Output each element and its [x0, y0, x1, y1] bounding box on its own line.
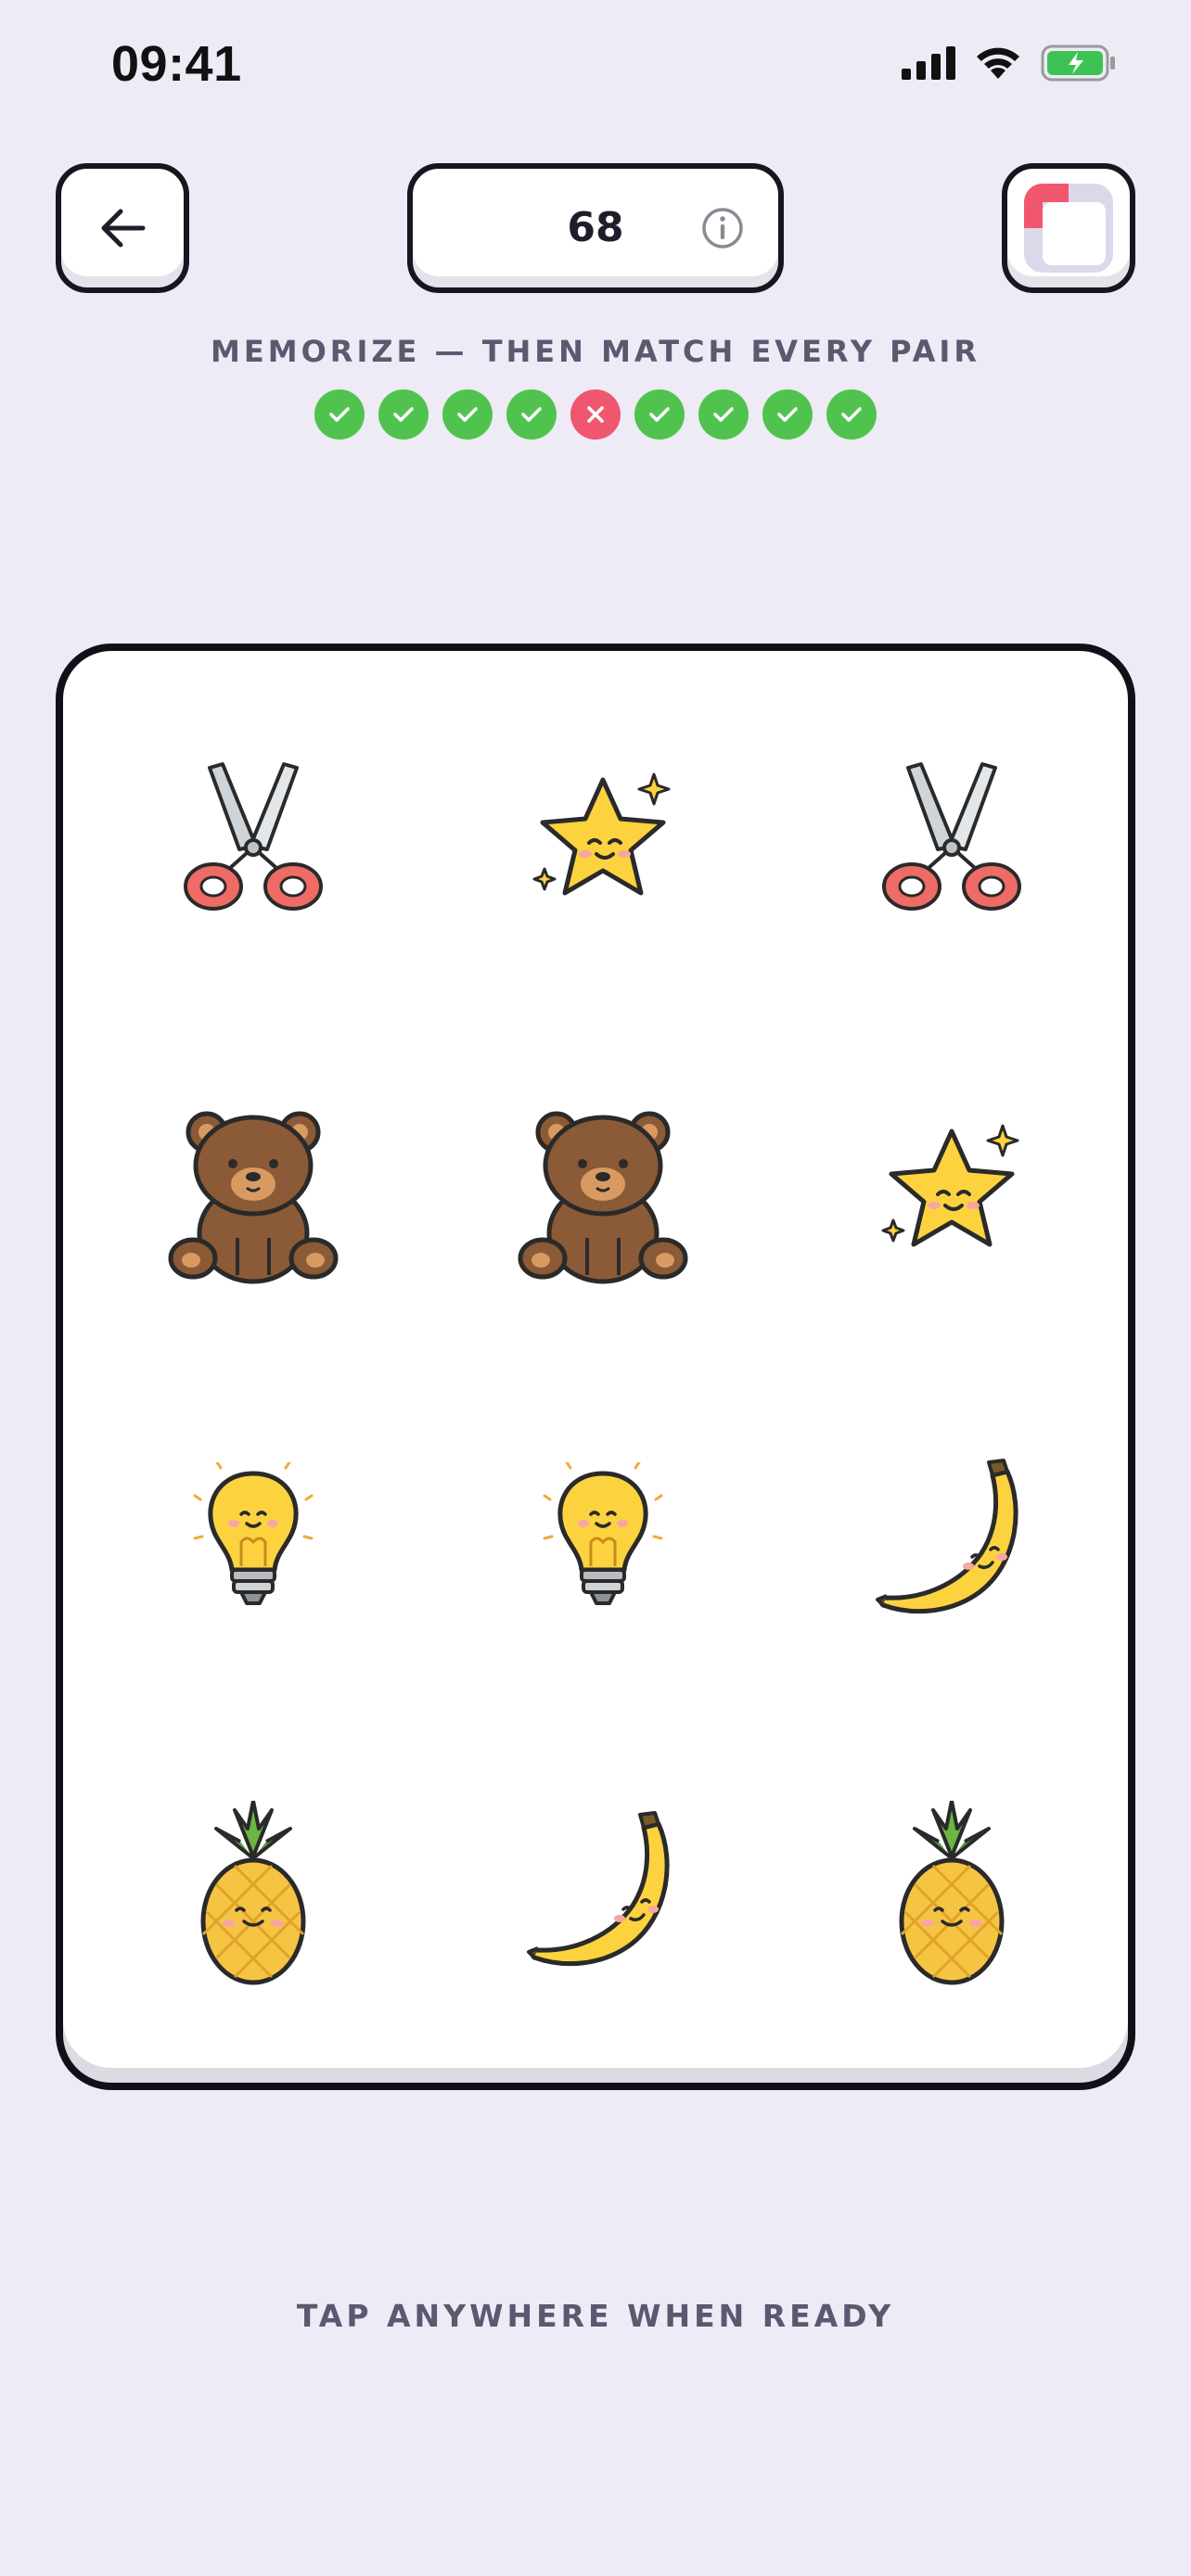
check-icon	[649, 407, 670, 422]
check-icon	[393, 407, 414, 422]
cellular-signal-icon	[902, 46, 955, 80]
progress-dot-correct	[314, 389, 365, 440]
card-banana[interactable]	[464, 1756, 742, 2034]
card-bear[interactable]	[114, 1054, 392, 1333]
cross-icon	[587, 406, 604, 423]
star-icon	[873, 1113, 1031, 1274]
check-icon	[457, 407, 478, 422]
arrow-left-icon	[101, 209, 146, 248]
bear-icon	[515, 1099, 691, 1288]
pineapple-icon	[188, 1799, 318, 1990]
check-icon	[713, 407, 734, 422]
card-pineapple[interactable]	[114, 1756, 392, 2034]
footer-hint: TAP ANYWHERE WHEN READY	[296, 2298, 895, 2334]
bear-icon	[165, 1099, 341, 1288]
check-icon	[777, 407, 798, 422]
card-lightbulb[interactable]	[464, 1404, 742, 1682]
layout-toggle-button[interactable]	[1002, 163, 1135, 293]
battery-charging-icon	[1041, 45, 1115, 82]
info-icon[interactable]	[700, 206, 745, 250]
card-grid	[63, 651, 1128, 2083]
check-icon	[841, 407, 862, 422]
scissors-icon	[873, 757, 1031, 927]
status-icons	[902, 45, 1117, 82]
card-bear[interactable]	[464, 1054, 742, 1333]
card-scissors[interactable]	[813, 703, 1091, 981]
progress-dot-correct	[634, 389, 685, 440]
check-icon	[521, 407, 542, 422]
round-progress	[0, 389, 1191, 440]
pineapple-icon	[887, 1799, 1017, 1990]
card-pineapple[interactable]	[813, 1756, 1091, 2034]
game-board[interactable]	[56, 644, 1135, 2090]
score-display: 68	[407, 163, 784, 293]
card-star[interactable]	[464, 703, 742, 981]
banana-icon	[519, 1805, 686, 1985]
card-banana[interactable]	[813, 1404, 1091, 1682]
progress-dot-correct	[826, 389, 877, 440]
progress-dot-correct	[506, 389, 557, 440]
progress-dot-correct	[442, 389, 493, 440]
lightbulb-icon	[543, 1460, 663, 1624]
lightbulb-icon	[193, 1460, 314, 1624]
scissors-icon	[174, 757, 332, 927]
progress-dot-correct	[762, 389, 813, 440]
progress-dot-wrong	[570, 389, 621, 440]
card-scissors[interactable]	[114, 703, 392, 981]
back-button[interactable]	[56, 163, 189, 293]
check-icon	[329, 407, 350, 422]
star-icon	[524, 761, 682, 923]
instruction-text: MEMORIZE — THEN MATCH EVERY PAIR	[211, 334, 980, 369]
wifi-icon	[977, 47, 1019, 79]
card-star[interactable]	[813, 1054, 1091, 1333]
card-lightbulb[interactable]	[114, 1404, 392, 1682]
layout-square-icon	[1024, 184, 1113, 273]
progress-dot-correct	[378, 389, 429, 440]
banana-icon	[868, 1453, 1035, 1633]
progress-dot-correct	[698, 389, 749, 440]
status-time: 09:41	[111, 36, 242, 92]
